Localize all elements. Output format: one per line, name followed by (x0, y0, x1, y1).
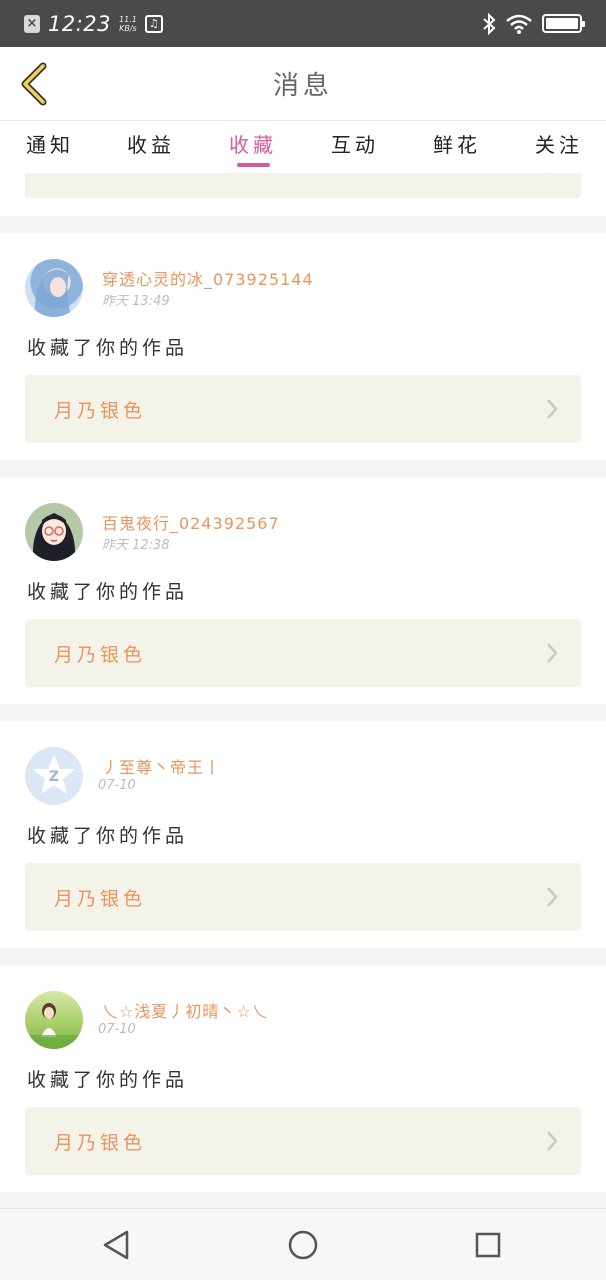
chevron-left-icon (21, 62, 47, 106)
username[interactable]: 丿至尊丶帝王丨 (102, 754, 221, 778)
avatar-image (32, 513, 76, 561)
active-tab-indicator (237, 163, 270, 167)
message-time: 昨天 12:38 (102, 538, 170, 553)
speed-value: 11.1 (119, 14, 137, 24)
chevron-right-icon (548, 173, 550, 174)
username[interactable]: 乀☆浅夏丿初晴丶☆乀 (102, 998, 269, 1022)
default-avatar-icon: Z (33, 755, 75, 794)
message-card-partial (0, 173, 606, 216)
work-title: 月乃银色 (54, 1132, 147, 1154)
work-link-partial[interactable] (25, 173, 581, 198)
nav-home-button[interactable] (285, 1227, 321, 1263)
tab-earnings[interactable]: 收益 (127, 129, 175, 158)
work-link[interactable]: 月乃银色 (25, 375, 581, 443)
avatar-image (34, 269, 71, 317)
bluetooth-icon (483, 12, 496, 35)
chevron-right-icon (547, 643, 558, 663)
page-title: 消息 (272, 71, 333, 101)
nav-back-button[interactable] (98, 1227, 134, 1263)
message-time: 昨天 13:49 (102, 294, 170, 309)
message-card: 穿透心灵的冰_073925144 昨天 13:49 收藏了你的作品 月乃银色 (0, 233, 606, 460)
music-icon: ♫ (144, 14, 163, 33)
speed-unit: KB/s (119, 23, 137, 33)
app-header: 消息 (0, 47, 606, 121)
notification-close-icon: × (24, 14, 40, 33)
triangle-back-icon (103, 1230, 129, 1260)
message-time: 07-10 (98, 1022, 136, 1037)
message-time: 07-10 (98, 778, 136, 793)
network-speed: 11.1 KB/s (119, 15, 137, 33)
chevron-right-icon (547, 399, 558, 419)
tab-flowers[interactable]: 鲜花 (433, 129, 481, 158)
message-card: 百鬼夜行_024392567 昨天 12:38 收藏了你的作品 月乃银色 (0, 477, 606, 704)
chevron-right-icon (547, 887, 558, 907)
action-text: 收藏了你的作品 (27, 581, 189, 603)
wifi-icon (506, 14, 532, 34)
work-link[interactable]: 月乃银色 (25, 863, 581, 931)
tab-following[interactable]: 关注 (535, 129, 583, 158)
system-nav-bar (0, 1208, 606, 1280)
tab-interactions[interactable]: 互动 (331, 129, 379, 158)
user-avatar[interactable] (25, 259, 83, 317)
action-text: 收藏了你的作品 (27, 1069, 189, 1091)
status-bar: × 12:23 11.1 KB/s ♫ (0, 0, 606, 47)
chevron-right-icon (547, 1131, 558, 1151)
action-text: 收藏了你的作品 (27, 337, 189, 359)
square-recents-icon (475, 1232, 501, 1258)
message-card: Z 丿至尊丶帝王丨 07-10 收藏了你的作品 月乃银色 (0, 721, 606, 948)
avatar-image (25, 1003, 83, 1049)
circle-home-icon (288, 1230, 318, 1260)
username[interactable]: 百鬼夜行_024392567 (102, 510, 280, 534)
work-title: 月乃银色 (54, 888, 147, 910)
work-title: 月乃银色 (54, 644, 147, 666)
action-text: 收藏了你的作品 (27, 825, 189, 847)
message-card: 乀☆浅夏丿初晴丶☆乀 07-10 收藏了你的作品 月乃银色 (0, 965, 606, 1192)
message-list: 穿透心灵的冰_073925144 昨天 13:49 收藏了你的作品 月乃银色 百… (0, 173, 606, 1208)
svg-text:Z: Z (49, 769, 59, 785)
work-title: 月乃银色 (54, 400, 147, 422)
tab-notifications[interactable]: 通知 (26, 129, 74, 158)
work-link[interactable]: 月乃银色 (25, 1107, 581, 1175)
tab-favorites[interactable]: 收藏 (229, 129, 277, 158)
work-link[interactable]: 月乃银色 (25, 619, 581, 687)
username[interactable]: 穿透心灵的冰_073925144 (102, 266, 314, 290)
tab-bar: 通知 收益 收藏 互动 鲜花 关注 (0, 121, 606, 173)
back-button[interactable] (14, 61, 54, 107)
status-time: 12:23 (48, 11, 112, 36)
user-avatar[interactable] (25, 991, 83, 1049)
nav-recents-button[interactable] (470, 1227, 506, 1263)
battery-icon (542, 14, 585, 33)
user-avatar[interactable] (25, 503, 83, 561)
user-avatar[interactable]: Z (25, 747, 83, 805)
